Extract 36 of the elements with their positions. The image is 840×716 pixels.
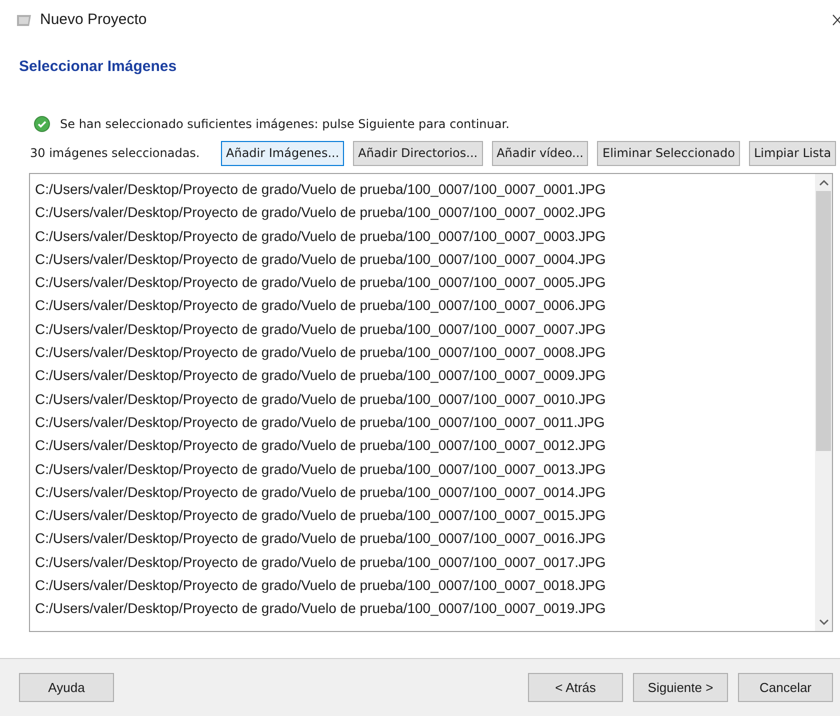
page-heading: Seleccionar Imágenes <box>19 58 177 75</box>
toolbar-button[interactable]: Eliminar Seleccionado <box>597 140 740 166</box>
file-path[interactable]: C:/Users/valer/Desktop/Proyecto de grado/Vuelo de prueba/100_0007/100_0007_0012.JPG <box>35 434 606 458</box>
file-path[interactable]: C:/Users/valer/Desktop/Proyecto de grado/Vuelo de prueba/100_0007/100_0007_0004.JPG <box>35 248 606 272</box>
file-path[interactable]: C:/Users/valer/Desktop/Proyecto de grado/Vuelo de prueba/100_0007/100_0007_0008.JPG <box>35 341 606 364</box>
file-path[interactable]: C:/Users/valer/Desktop/Proyecto de grado/Vuelo de prueba/100_0007/100_0007_0001.JPG <box>35 178 606 202</box>
file-path[interactable]: C:/Users/valer/Desktop/Proyecto de grado/Vuelo de prueba/100_0007/100_0007_0006.JPG <box>35 294 606 318</box>
file-path[interactable]: C:/Users/valer/Desktop/Proyecto de grado/Vuelo de prueba/100_0007/100_0007_0005.JPG <box>35 271 606 294</box>
app-icon <box>16 12 32 28</box>
file-path[interactable]: C:/Users/valer/Desktop/Proyecto de grado/Vuelo de prueba/100_0007/100_0007_0018.JPG <box>35 574 606 598</box>
scrollbar[interactable] <box>815 174 832 631</box>
file-path[interactable]: C:/Users/valer/Desktop/Proyecto de grado/Vuelo de prueba/100_0007/100_0007_0009.JPG <box>35 364 606 388</box>
status-message: Se han seleccionado suficientes imágenes: pulse Siguiente para continuar. <box>60 116 510 133</box>
toolbar-button[interactable]: Añadir Imágenes... <box>221 140 344 166</box>
file-path[interactable]: C:/Users/valer/Desktop/Proyecto de grado/Vuelo de prueba/100_0007/100_0007_0019.JPG <box>35 597 606 621</box>
file-path[interactable]: C:/Users/valer/Desktop/Proyecto de grado/Vuelo de prueba/100_0007/100_0007_0016.JPG <box>35 527 606 551</box>
image-count: 30 imágenes seleccionadas. <box>30 145 201 162</box>
footer-button[interactable]: Ayuda <box>19 673 114 702</box>
file-path[interactable]: C:/Users/valer/Desktop/Proyecto de grado/Vuelo de prueba/100_0007/100_0007_0002.JPG <box>35 201 606 225</box>
close-icon[interactable] <box>832 13 840 27</box>
file-path[interactable]: C:/Users/valer/Desktop/Proyecto de grado/Vuelo de prueba/100_0007/100_0007_0011.JPG <box>35 410 605 434</box>
file-path[interactable]: C:/Users/valer/Desktop/Proyecto de grado/Vuelo de prueba/100_0007/100_0007_0013.JPG <box>35 458 606 481</box>
file-path[interactable]: C:/Users/valer/Desktop/Proyecto de grado/Vuelo de prueba/100_0007/100_0007_0014.JPG <box>35 480 606 504</box>
footer-button[interactable]: Siguiente > <box>633 673 728 702</box>
window-title: Nuevo Proyecto <box>40 10 147 30</box>
toolbar-button[interactable]: Limpiar Lista <box>748 140 836 166</box>
file-path[interactable]: C:/Users/valer/Desktop/Proyecto de grado/Vuelo de prueba/100_0007/100_0007_0003.JPG <box>35 224 606 248</box>
scroll-thumb[interactable] <box>816 191 831 451</box>
toolbar-button[interactable]: Añadir Directorios... <box>353 140 483 166</box>
toolbar-button[interactable]: Añadir vídeo... <box>492 140 588 166</box>
file-path[interactable]: C:/Users/valer/Desktop/Proyecto de grado/Vuelo de prueba/100_0007/100_0007_0010.JPG <box>35 388 606 411</box>
footer-button[interactable]: < Atrás <box>528 673 623 702</box>
footer-button[interactable]: Cancelar <box>738 673 833 702</box>
file-path[interactable]: C:/Users/valer/Desktop/Proyecto de grado/Vuelo de prueba/100_0007/100_0007_0007.JPG <box>35 318 606 342</box>
file-path[interactable]: C:/Users/valer/Desktop/Proyecto de grado/Vuelo de prueba/100_0007/100_0007_0017.JPG <box>35 550 606 574</box>
file-path[interactable]: C:/Users/valer/Desktop/Proyecto de grado/Vuelo de prueba/100_0007/100_0007_0015.JPG <box>35 504 606 528</box>
